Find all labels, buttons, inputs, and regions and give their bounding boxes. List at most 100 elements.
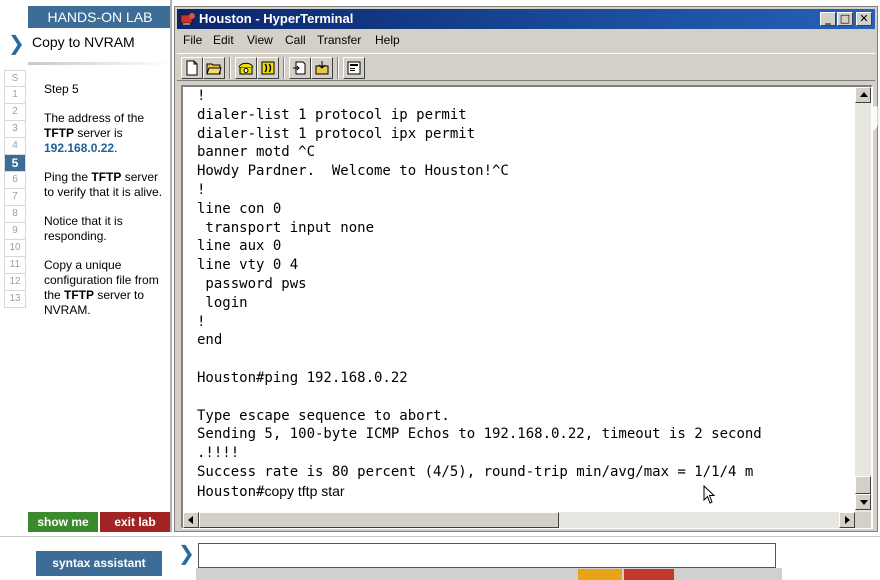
exit-lab-button[interactable]: exit lab xyxy=(100,512,170,532)
phone-connect-icon xyxy=(238,62,254,75)
hyperterminal-app-icon xyxy=(180,13,195,25)
toolbar-separator xyxy=(229,57,231,79)
send-file-button[interactable] xyxy=(289,57,311,79)
vertical-scrollbar[interactable] xyxy=(855,87,871,512)
connect-button[interactable] xyxy=(235,57,257,79)
window-titlebar[interactable]: Houston - HyperTerminal _ □ ✕ xyxy=(177,9,875,29)
instruction-bold: TFTP xyxy=(64,288,95,302)
minimize-button[interactable]: _ xyxy=(820,12,836,26)
terminal-line: banner motd ^C xyxy=(197,144,316,161)
typed-command: copy tftp star xyxy=(264,482,345,499)
step-11[interactable]: 11 xyxy=(4,257,26,274)
show-me-button[interactable]: show me xyxy=(28,512,98,532)
instruction-notice: Notice that it is responding. xyxy=(44,214,123,243)
step-3[interactable]: 3 xyxy=(4,121,26,138)
toolbar: uantrimang xyxy=(177,53,880,134)
send-file-icon xyxy=(293,61,306,75)
menu-file[interactable]: File xyxy=(183,33,202,47)
terminal-line: Howdy Pardner. Welcome to Houston!^C xyxy=(197,163,509,180)
step-2[interactable]: 2 xyxy=(4,104,26,121)
horizontal-scrollbar[interactable] xyxy=(183,512,855,528)
step-6[interactable]: 6 xyxy=(4,172,26,189)
step-13[interactable]: 13 xyxy=(4,291,26,308)
hyperterminal-window: Houston - HyperTerminal _ □ ✕ File Edit Vi… xyxy=(174,6,880,532)
instruction-bold: TFTP xyxy=(91,170,122,184)
terminal-line: ! xyxy=(197,181,206,198)
terminal-prompt: Houston# xyxy=(197,483,265,500)
step-12[interactable]: 12 xyxy=(4,274,26,291)
open-folder-icon xyxy=(206,63,222,75)
menu-view[interactable]: View xyxy=(247,33,273,47)
chevron-right-icon: ❯ xyxy=(8,31,25,55)
hidden-button-red xyxy=(624,569,674,580)
lab-button-row: show me exit lab xyxy=(28,512,172,532)
close-button[interactable]: ✕ xyxy=(856,12,872,26)
maximize-icon: □ xyxy=(839,12,851,25)
step-10[interactable]: 10 xyxy=(4,240,26,257)
instruction-ping: Ping the TFTP server to verify that it i… xyxy=(44,170,164,200)
lab-title-row: ❯ Copy to NVRAM xyxy=(0,30,172,56)
phone-disconnect-icon xyxy=(261,61,275,75)
step-4[interactable]: 4 xyxy=(4,138,26,155)
instruction-text: The address of the xyxy=(44,111,145,125)
window-title: Houston - HyperTerminal xyxy=(199,11,354,26)
terminal-line: password pws xyxy=(197,275,307,292)
terminal-line: line vty 0 4 xyxy=(197,257,299,274)
minimize-icon: _ xyxy=(825,12,831,25)
open-button[interactable] xyxy=(203,57,225,79)
menu-help[interactable]: Help xyxy=(375,33,400,47)
vertical-scroll-thumb[interactable] xyxy=(855,476,871,494)
terminal-line: dialer-list 1 protocol ipx permit xyxy=(197,125,476,142)
new-file-button[interactable] xyxy=(181,57,203,79)
terminal-line: Success rate is 80 percent (4/5), round-… xyxy=(197,463,754,480)
step-instructions: Step 5 The address of the TFTP server is… xyxy=(44,82,164,332)
terminal-margin xyxy=(183,87,195,512)
instruction-address: The address of the TFTP server is 192.16… xyxy=(44,111,164,156)
syntax-assistant-button[interactable]: syntax assistant xyxy=(36,551,162,576)
step-9[interactable]: 9 xyxy=(4,223,26,240)
step-5[interactable]: 5 xyxy=(4,155,26,172)
toolbar-separator xyxy=(337,57,339,79)
terminal-line: dialer-list 1 protocol ip permit xyxy=(197,106,467,123)
command-input[interactable] xyxy=(198,543,776,568)
terminal-line: Type escape sequence to abort. xyxy=(197,407,450,424)
lab-panel-divider xyxy=(170,0,172,532)
menu-call[interactable]: Call xyxy=(285,33,306,47)
receive-file-button[interactable] xyxy=(311,57,333,79)
step-1[interactable]: 1 xyxy=(4,87,26,104)
receive-file-icon xyxy=(315,61,329,75)
arrow-up-icon xyxy=(860,92,868,97)
terminal-area[interactable]: ! dialer-list 1 protocol ip permit dialer-… xyxy=(181,85,873,529)
terminal-line: login xyxy=(197,294,248,311)
scroll-left-button[interactable] xyxy=(183,512,199,528)
step-8[interactable]: 8 xyxy=(4,206,26,223)
scroll-up-button[interactable] xyxy=(855,87,871,103)
step-7[interactable]: 7 xyxy=(4,189,26,206)
menu-transfer[interactable]: Transfer xyxy=(317,33,361,47)
chevron-right-icon: ❯ xyxy=(178,541,195,565)
horizontal-scroll-thumb[interactable] xyxy=(199,512,559,528)
terminal-output[interactable]: ! dialer-list 1 protocol ip permit dialer-… xyxy=(197,87,855,511)
terminal-line: Houston#ping 192.168.0.22 xyxy=(197,369,408,386)
scroll-down-button[interactable] xyxy=(855,494,871,510)
scroll-right-button[interactable] xyxy=(839,512,855,528)
instruction-copy: Copy a unique configuration file from th… xyxy=(44,258,164,318)
maximize-button[interactable]: □ xyxy=(837,12,853,26)
lab-title: Copy to NVRAM xyxy=(32,34,135,50)
toolbar-separator xyxy=(283,57,285,79)
step-list: S 1 2 3 4 5 6 7 8 9 10 11 12 13 xyxy=(4,70,26,308)
properties-button[interactable] xyxy=(343,57,365,79)
menu-bar: File Edit View Call Transfer Help xyxy=(177,30,875,50)
terminal-line: line con 0 xyxy=(197,200,282,217)
text-cursor-icon xyxy=(703,485,716,504)
terminal-line: Sending 5, 100-byte ICMP Echos to 192.16… xyxy=(197,426,762,443)
hidden-button-orange xyxy=(578,569,622,580)
terminal-line: line aux 0 xyxy=(197,238,282,255)
instruction-text: server is xyxy=(74,126,123,140)
menu-edit[interactable]: Edit xyxy=(213,33,234,47)
step-S[interactable]: S xyxy=(4,70,26,87)
lab-header: HANDS-ON LAB xyxy=(28,6,172,28)
properties-icon xyxy=(347,61,361,75)
disconnect-button[interactable] xyxy=(257,57,279,79)
